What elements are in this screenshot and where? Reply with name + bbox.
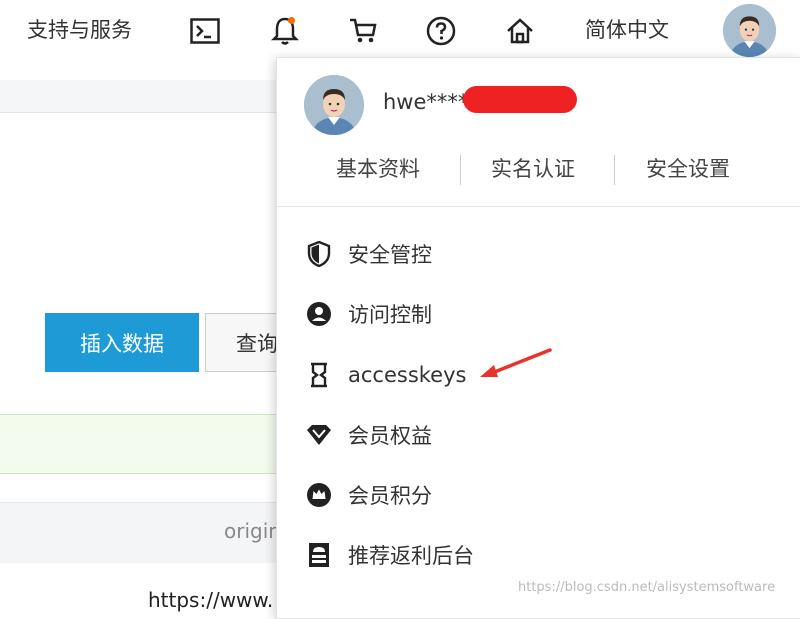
menu-item-label: 推荐返利后台 [348,544,474,568]
annotation-arrow-icon [480,348,552,377]
menu-item-label: accesskeys [348,363,467,387]
crown-icon [305,481,333,509]
avatar[interactable] [723,4,776,57]
menu-item-label: 会员积分 [348,484,432,508]
tab-separator [614,155,615,185]
menu-item-access-control[interactable]: 访问控制 [305,298,432,330]
accesskey-icon [305,361,333,389]
home-icon[interactable] [504,14,536,48]
shield-icon [305,240,333,268]
tab-separator [460,155,461,185]
redaction-mark [463,86,577,113]
menu-item-label: 会员权益 [348,424,432,448]
table-cell-url: https://www. [148,588,274,612]
menu-item-member-points[interactable]: 会员积分 [305,479,432,511]
table-column-header: origin [224,519,281,543]
menu-divider [277,206,800,207]
help-icon[interactable] [425,14,457,48]
insert-data-button[interactable]: 插入数据 [45,313,199,372]
menu-item-referral-backend[interactable]: 推荐返利后台 [305,539,474,571]
referral-icon [305,541,333,569]
tab-basic-info[interactable]: 基本资料 [336,153,420,183]
cart-icon[interactable] [347,14,379,48]
menu-item-member-benefits[interactable]: 会员权益 [305,419,432,451]
bell-icon[interactable] [269,14,301,48]
watermark: https://blog.csdn.net/alisystemsoftware [518,580,776,595]
user-dropdown-menu: hwe****@ 基本资料 实名认证 安全设置 安全管控 访问控制 access… [276,57,800,619]
top-navigation-bar: 支持与服务 简体中文 [0,0,800,62]
tab-security-settings[interactable]: 安全设置 [646,153,730,183]
tab-real-name-auth[interactable]: 实名认证 [491,153,575,183]
support-services-link[interactable]: 支持与服务 [27,14,132,44]
menu-item-label: 安全管控 [348,243,432,267]
notification-dot [288,17,295,24]
diamond-icon [305,421,333,449]
user-circle-icon [305,300,333,328]
menu-item-accesskeys[interactable]: accesskeys [305,359,466,391]
menu-item-security-control[interactable]: 安全管控 [305,238,432,270]
language-selector[interactable]: 简体中文 [585,14,669,44]
terminal-icon[interactable] [189,14,221,48]
account-tabs: 基本资料 实名认证 安全设置 [277,153,800,187]
dropdown-avatar [304,75,364,135]
menu-item-label: 访问控制 [348,303,432,327]
